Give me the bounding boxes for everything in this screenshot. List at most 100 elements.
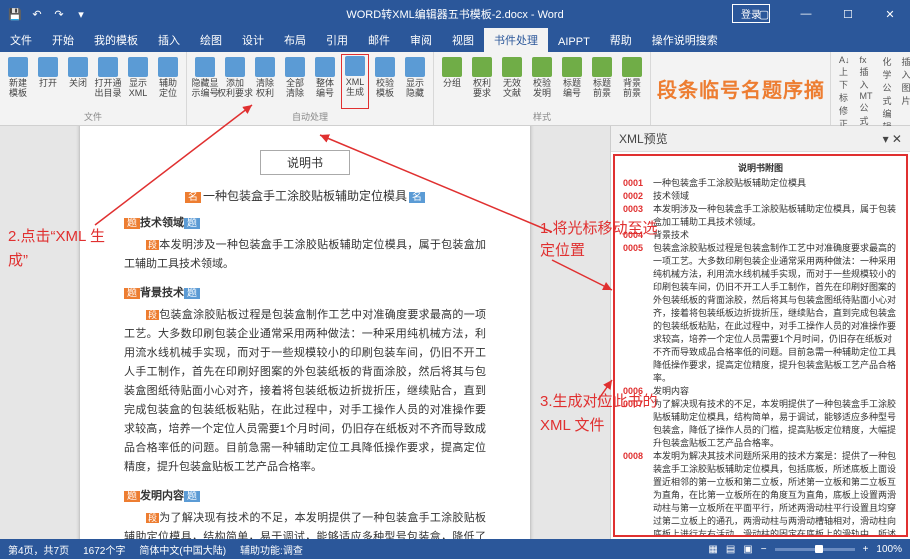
status-assist[interactable]: 辅助功能:调查: [240, 542, 303, 557]
ribbon-icon: [622, 57, 642, 77]
ribbon-small-btn[interactable]: 插入图片: [902, 55, 910, 133]
zoom-slider[interactable]: [775, 548, 855, 551]
status-words[interactable]: 1672个字: [83, 542, 125, 557]
paragraph: 段包装盒涂胶贴板过程是包装盒制作工艺中对准确度要求最高的一项工艺。大多数印刷包装…: [124, 306, 486, 477]
orange-tag[interactable]: 序: [783, 74, 803, 103]
ribbon-btn[interactable]: XML 生成: [341, 54, 369, 109]
document-pane[interactable]: 说明书 名一种包装盒手工涂胶贴板辅助定位模具名 题技术领域题 段本发明涉及一种包…: [0, 126, 610, 539]
ribbon-btn[interactable]: 清除 权利: [251, 54, 279, 109]
xml-preview-panel: XML预览 ▾ ✕ 说明书附图 0001一种包装盒手工涂胶贴板辅助定位模具000…: [610, 126, 910, 539]
ribbon-btn[interactable]: 显示 XML: [124, 54, 152, 109]
tab-视图[interactable]: 视图: [442, 28, 484, 52]
tab-审阅[interactable]: 审阅: [400, 28, 442, 52]
tab-布局[interactable]: 布局: [274, 28, 316, 52]
tab-帮助[interactable]: 帮助: [600, 28, 642, 52]
ribbon-btn[interactable]: 关闭: [64, 54, 92, 109]
ribbon-btn[interactable]: 分组: [438, 54, 466, 109]
view-icon[interactable]: ▦: [708, 544, 717, 555]
tab-文件[interactable]: 文件: [0, 28, 42, 52]
xml-line-num: 0008: [623, 450, 649, 537]
ribbon-label: 背景 前景: [623, 78, 641, 98]
login-button[interactable]: 登录: [732, 4, 770, 23]
dropdown-icon[interactable]: ▾: [74, 7, 88, 21]
tab-插入[interactable]: 插入: [148, 28, 190, 52]
zoom-level[interactable]: 100%: [876, 544, 902, 555]
orange-tag[interactable]: 摘: [804, 74, 824, 103]
orange-tag[interactable]: 号: [720, 74, 740, 103]
ribbon-small-btn[interactable]: A↓上下标修正: [839, 55, 850, 133]
xml-line: 0007为了解决现有技术的不足，本发明提供了一种包装盒手工涂胶贴板辅助定位模具，…: [623, 398, 898, 450]
tab-设计[interactable]: 设计: [232, 28, 274, 52]
minimize-icon[interactable]: ―: [786, 0, 826, 28]
orange-tag[interactable]: 题: [762, 74, 782, 103]
ribbon-small-btn[interactable]: fx 插入MT公式: [860, 55, 873, 133]
ribbon-btn[interactable]: 标题 前景: [588, 54, 616, 109]
tab-绘图[interactable]: 绘图: [190, 28, 232, 52]
ribbon-label: 新建 模板: [9, 78, 27, 98]
ribbon-label: 打开: [39, 78, 57, 88]
ribbon-btn[interactable]: 全部 清除: [281, 54, 309, 109]
ribbon-btn[interactable]: 权利 要求: [468, 54, 496, 109]
orange-tag[interactable]: 段: [657, 74, 677, 103]
ribbon-btn[interactable]: 辅助 定位: [154, 54, 182, 109]
view-icon[interactable]: ▤: [726, 544, 735, 555]
tab-开始[interactable]: 开始: [42, 28, 84, 52]
orange-tag[interactable]: 条: [678, 74, 698, 103]
orange-tag[interactable]: 临: [699, 74, 719, 103]
ribbon-icon: [158, 57, 178, 77]
ribbon-btn[interactable]: 隐藏显 示编号: [191, 54, 219, 109]
xml-line: 0005包装盒涂胶贴板过程是包装盒制作工艺中对准确度要求最高的一项工艺。大多数印…: [623, 242, 898, 385]
ribbon-label: 校验 模板: [376, 78, 394, 98]
zoom-out-icon[interactable]: −: [761, 544, 767, 555]
tab-邮件[interactable]: 邮件: [358, 28, 400, 52]
zoom-in-icon[interactable]: +: [863, 544, 869, 555]
redo-icon[interactable]: ↷: [52, 7, 66, 21]
panel-title-bar: XML预览 ▾ ✕: [611, 126, 910, 152]
view-icon[interactable]: ▣: [743, 544, 752, 555]
xml-line-num: 0005: [623, 242, 649, 385]
document-page: 说明书 名一种包装盒手工涂胶贴板辅助定位模具名 题技术领域题 段本发明涉及一种包…: [80, 126, 530, 539]
orange-tag[interactable]: 名: [741, 74, 761, 103]
ribbon-btn[interactable]: 打开通 出目录: [94, 54, 122, 109]
tab-引用[interactable]: 引用: [316, 28, 358, 52]
ribbon-btn[interactable]: 新建 模板: [4, 54, 32, 109]
xml-line-num: 0003: [623, 203, 649, 229]
ribbon-btn[interactable]: 整体 编号: [311, 54, 339, 109]
undo-icon[interactable]: ↶: [30, 7, 44, 21]
xml-preview-body[interactable]: 说明书附图 0001一种包装盒手工涂胶贴板辅助定位模具0002技术领域0003本…: [613, 154, 908, 537]
xml-line-text: 为了解决现有技术的不足，本发明提供了一种包装盒手工涂胶贴板辅助定位模具，结构简单…: [653, 398, 898, 450]
ribbon-label: 隐藏显 示编号: [191, 78, 218, 98]
xml-line: 0004背景技术: [623, 229, 898, 242]
paragraph: 段本发明涉及一种包装盒手工涂胶贴板辅助定位模具，属于包装盒加工辅助工具技术领域。: [124, 236, 486, 274]
ribbon-label: 全部 清除: [286, 78, 304, 98]
ribbon-icon: [502, 57, 522, 77]
ribbon-btn[interactable]: 校验 模板: [371, 54, 399, 109]
tab-我的模板[interactable]: 我的模板: [84, 28, 148, 52]
tab-操作说明搜索[interactable]: 操作说明搜索: [642, 28, 728, 52]
xml-line: 0001一种包装盒手工涂胶贴板辅助定位模具: [623, 177, 898, 190]
status-lang[interactable]: 简体中文(中国大陆): [139, 542, 226, 557]
ribbon-btn[interactable]: 打开: [34, 54, 62, 109]
tab-书件处理[interactable]: 书件处理: [484, 28, 548, 52]
ribbon-icon: [472, 57, 492, 77]
close-icon[interactable]: ✕: [870, 0, 910, 28]
ribbon-btn[interactable]: 标题 编号: [558, 54, 586, 109]
ribbon-btn[interactable]: 无效 文献: [498, 54, 526, 109]
xml-line-num: 0001: [623, 177, 649, 190]
status-pages[interactable]: 第4页，共7页: [8, 542, 69, 557]
panel-close-icon[interactable]: ▾ ✕: [883, 132, 902, 146]
xml-line-text: 本发明为解决其技术问题所采用的技术方案是：提供了一种包装盒手工涂胶贴板辅助定位模…: [653, 450, 898, 537]
ribbon-btn[interactable]: 显示 隐藏: [401, 54, 429, 109]
workspace: 说明书 名一种包装盒手工涂胶贴板辅助定位模具名 题技术领域题 段本发明涉及一种包…: [0, 126, 910, 539]
ribbon-btn[interactable]: 添加 权利要求: [221, 54, 249, 109]
ribbon-small-btn[interactable]: 化学公式编辑: [883, 55, 892, 133]
maximize-icon[interactable]: ☐: [828, 0, 868, 28]
ribbon-icon: [128, 57, 148, 77]
ribbon-icon: [562, 57, 582, 77]
xml-line-num: 0007: [623, 398, 649, 450]
group-label: 样式: [438, 110, 646, 123]
tab-AIPPT[interactable]: AIPPT: [548, 32, 600, 52]
ribbon-btn[interactable]: 背景 前景: [618, 54, 646, 109]
ribbon-btn[interactable]: 校验 发明: [528, 54, 556, 109]
save-icon[interactable]: 💾: [8, 7, 22, 21]
